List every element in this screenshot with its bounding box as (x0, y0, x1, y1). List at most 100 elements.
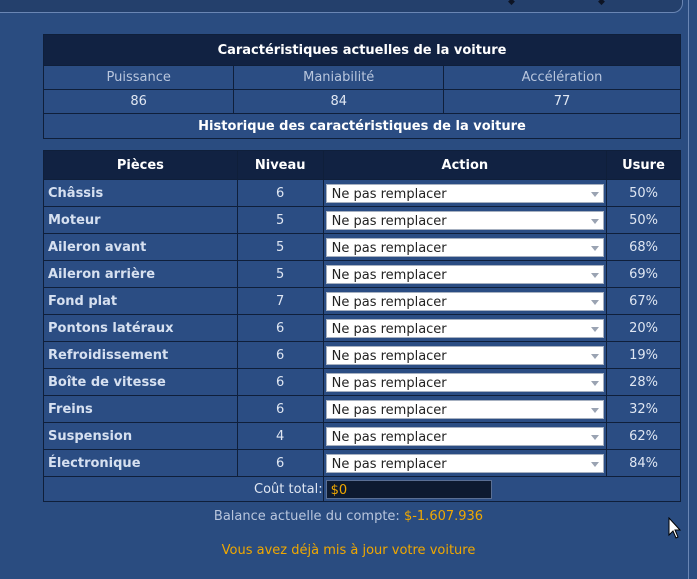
stat-value-acceleration: 77 (443, 89, 681, 114)
dropdown-arrow-icon (591, 272, 600, 278)
stat-label-power: Puissance (42, 65, 235, 90)
dropdown-arrow-icon (591, 191, 600, 197)
part-wear: 62% (606, 422, 681, 450)
dropdown-arrow-icon (591, 326, 600, 332)
total-row: Coût total: $0 (43, 476, 682, 502)
select-value: Ne pas remplacer (331, 429, 447, 445)
car-stats-table: Caractéristiques actuelles de la voiture… (42, 34, 681, 139)
part-wear: 50% (606, 179, 681, 207)
car-stats-title: Caractéristiques actuelles de la voiture (43, 34, 681, 66)
select-value: Ne pas remplacer (331, 348, 447, 364)
part-action-select[interactable]: Ne pas remplacer (325, 426, 605, 446)
part-level: 5 (236, 206, 324, 234)
part-name: Aileron arrière (43, 260, 238, 288)
part-wear: 69% (606, 260, 681, 288)
part-action-select[interactable]: Ne pas remplacer (325, 372, 605, 392)
table-row: Refroidissement 6 Ne pas remplacer 19% (43, 341, 681, 369)
table-row: Freins 6 Ne pas remplacer 32% (43, 395, 681, 423)
part-level: 5 (236, 233, 324, 261)
part-level: 5 (236, 260, 324, 288)
part-name: Refroidissement (43, 341, 238, 369)
corner-mark: ◆ (598, 0, 605, 7)
part-wear: 32% (606, 395, 681, 423)
part-wear: 50% (606, 206, 681, 234)
select-value: Ne pas remplacer (331, 402, 447, 418)
dropdown-arrow-icon (591, 218, 600, 224)
part-name: Aileron avant (43, 233, 238, 261)
part-name: Moteur (43, 206, 238, 234)
part-wear: 68% (606, 233, 681, 261)
part-level: 4 (236, 422, 324, 450)
part-action-select[interactable]: Ne pas remplacer (325, 453, 605, 473)
table-row: Électronique 6 Ne pas remplacer 84% (43, 449, 681, 477)
mouse-cursor-icon (668, 517, 682, 539)
select-value: Ne pas remplacer (331, 213, 447, 229)
select-value: Ne pas remplacer (331, 240, 447, 256)
header-pieces: Pièces (43, 150, 238, 180)
part-name: Châssis (43, 179, 238, 207)
stat-value-power: 86 (42, 89, 235, 114)
part-action-select[interactable]: Ne pas remplacer (325, 345, 605, 365)
part-name: Pontons latéraux (43, 314, 238, 342)
select-value: Ne pas remplacer (331, 186, 447, 202)
part-wear: 20% (606, 314, 681, 342)
part-level: 6 (236, 368, 324, 396)
part-wear: 19% (606, 341, 681, 369)
parts-table: Pièces Niveau Action Usure Châssis 6 Ne … (43, 150, 682, 502)
table-row: Châssis 6 Ne pas remplacer 50% (43, 179, 681, 207)
table-row: Boîte de vitesse 6 Ne pas remplacer 28% (43, 368, 681, 396)
header-wear: Usure (606, 150, 681, 180)
table-row: Pontons latéraux 6 Ne pas remplacer 20% (43, 314, 681, 342)
top-panel-edge: ◆ ◆ (0, 0, 683, 13)
header-level: Niveau (236, 150, 324, 180)
dropdown-arrow-icon (591, 407, 600, 413)
table-row: Aileron arrière 5 Ne pas remplacer 69% (43, 260, 681, 288)
part-level: 6 (236, 314, 324, 342)
select-value: Ne pas remplacer (331, 294, 447, 310)
table-row: Suspension 4 Ne pas remplacer 62% (43, 422, 681, 450)
corner-mark: ◆ (508, 0, 515, 7)
part-action-select[interactable]: Ne pas remplacer (325, 318, 605, 338)
header-action: Action (322, 150, 608, 180)
table-row: Moteur 5 Ne pas remplacer 50% (43, 206, 681, 234)
part-level: 6 (236, 395, 324, 423)
dropdown-arrow-icon (591, 353, 600, 359)
part-name: Fond plat (43, 287, 238, 315)
part-action-select[interactable]: Ne pas remplacer (325, 210, 605, 230)
part-level: 7 (236, 287, 324, 315)
dropdown-arrow-icon (591, 245, 600, 251)
part-action-select[interactable]: Ne pas remplacer (325, 399, 605, 419)
balance-value: $-1.607.936 (403, 509, 484, 524)
select-value: Ne pas remplacer (331, 267, 447, 283)
stat-label-handling: Maniabilité (233, 65, 445, 90)
part-level: 6 (236, 449, 324, 477)
select-value: Ne pas remplacer (331, 321, 447, 337)
table-row: Aileron avant 5 Ne pas remplacer 68% (43, 233, 681, 261)
account-balance: Balance actuelle du compte: $-1.607.936 (0, 509, 697, 524)
part-action-select[interactable]: Ne pas remplacer (325, 264, 605, 284)
update-notice: Vous avez déjà mis à jour votre voiture (221, 543, 476, 558)
balance-label: Balance actuelle du compte: (213, 509, 400, 524)
part-action-select[interactable]: Ne pas remplacer (325, 291, 605, 311)
part-wear: 67% (606, 287, 681, 315)
part-action-select[interactable]: Ne pas remplacer (325, 237, 605, 257)
part-level: 6 (236, 179, 324, 207)
table-row: Fond plat 7 Ne pas remplacer 67% (43, 287, 681, 315)
stats-history-link[interactable]: Historique des caractéristiques de la vo… (43, 113, 681, 139)
part-action-select[interactable]: Ne pas remplacer (325, 183, 605, 203)
part-level: 6 (236, 341, 324, 369)
total-cost-value: $0 (325, 479, 492, 499)
dropdown-arrow-icon (591, 380, 600, 386)
total-cost-label: Coût total: (43, 476, 324, 502)
part-name: Suspension (43, 422, 238, 450)
dropdown-arrow-icon (591, 299, 600, 305)
part-name: Freins (43, 395, 238, 423)
part-wear: 84% (606, 449, 681, 477)
panel-border (688, 0, 689, 579)
part-name: Boîte de vitesse (43, 368, 238, 396)
part-wear: 28% (606, 368, 681, 396)
dropdown-arrow-icon (591, 434, 600, 440)
stat-label-acceleration: Accélération (443, 65, 681, 90)
select-value: Ne pas remplacer (331, 456, 447, 472)
dropdown-arrow-icon (591, 461, 600, 467)
